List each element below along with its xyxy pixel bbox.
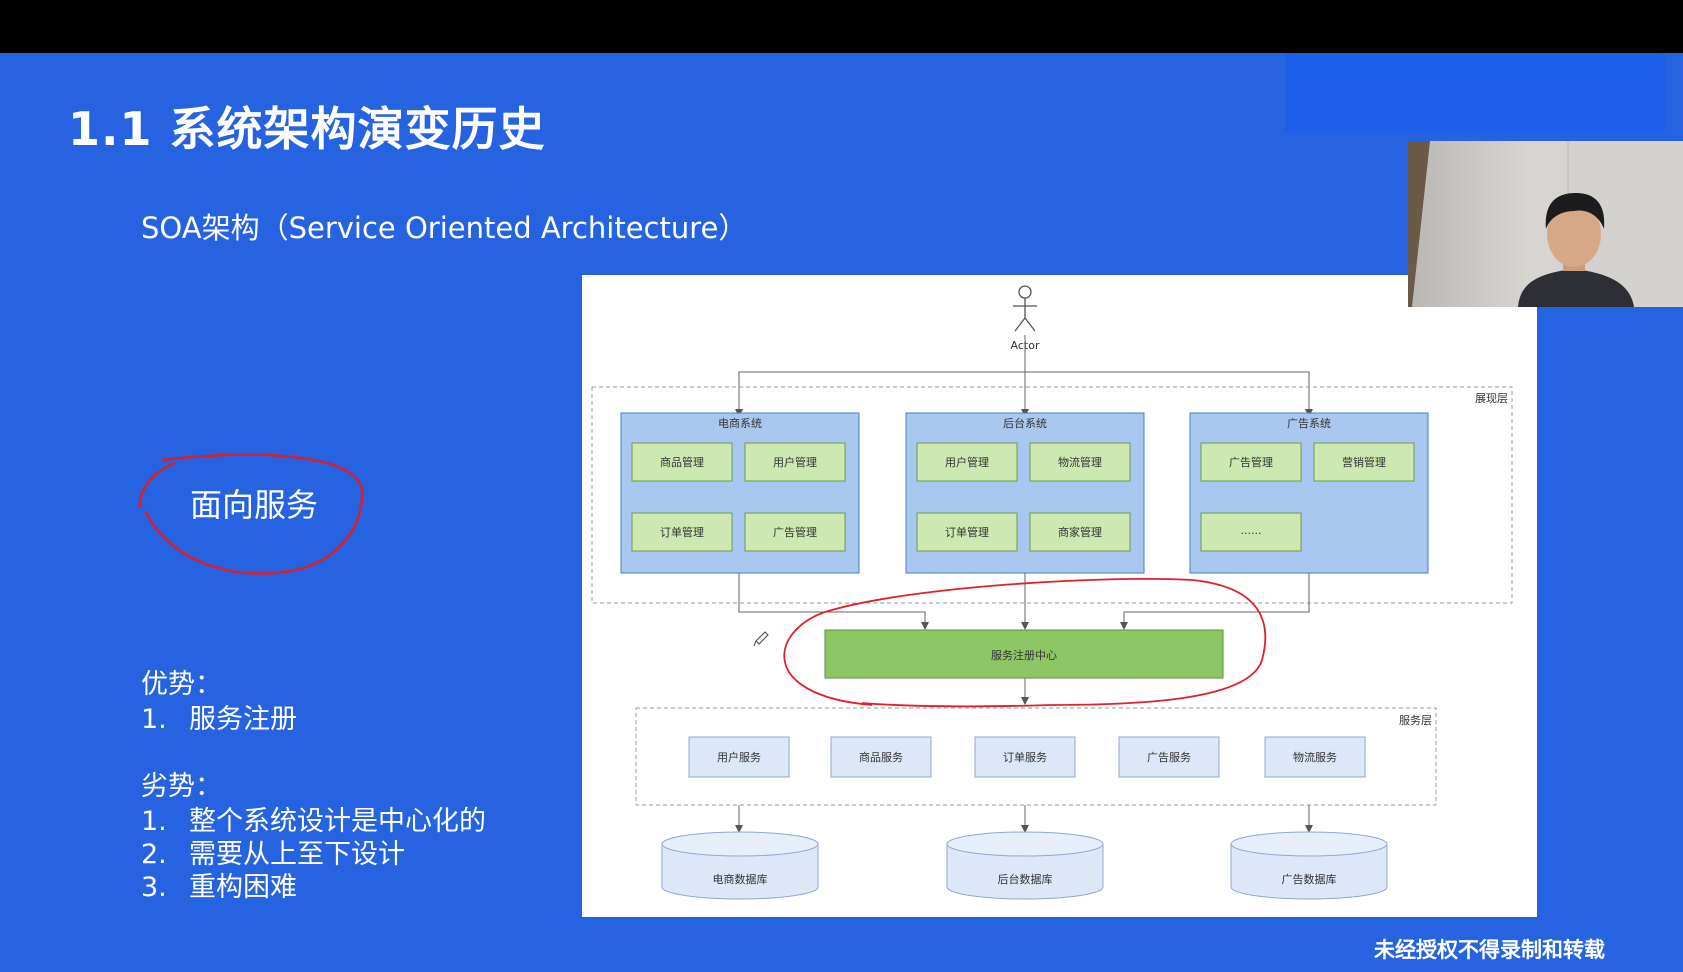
disadvantage-number: 1. — [141, 806, 167, 837]
module-label: 订单管理 — [945, 525, 989, 539]
corner-panel — [1285, 53, 1665, 133]
presentation-layer-label: 展现层 — [1475, 392, 1508, 405]
module-label: 广告管理 — [773, 525, 817, 539]
system-name: 后台系统 — [1003, 416, 1047, 430]
database-label: 电商数据库 — [713, 872, 768, 886]
database-label: 后台数据库 — [998, 872, 1053, 886]
disadvantage-text: 重构困难 — [189, 872, 297, 903]
database-advertising: 广告数据库 — [1230, 831, 1388, 900]
disadvantage-text: 整个系统设计是中心化的 — [189, 806, 486, 837]
system-advertising: 广告系统 广告管理 营销管理 ...... — [1189, 412, 1429, 574]
module-label: 物流管理 — [1058, 455, 1102, 469]
slide-subtitle: SOA架构（Service Oriented Architecture） — [141, 211, 748, 245]
advantages-heading: 优势： — [141, 669, 222, 700]
service-label: 商品服务 — [859, 750, 903, 764]
module-label: 用户管理 — [945, 455, 989, 469]
system-backend: 后台系统 用户管理 物流管理 订单管理 商家管理 — [905, 412, 1145, 574]
service-layer-label: 服务层 — [1399, 714, 1432, 727]
system-ecommerce: 电商系统 商品管理 用户管理 订单管理 广告管理 — [620, 412, 860, 574]
disadvantage-item: 2. 需要从上至下设计 — [141, 838, 405, 872]
system-name: 电商系统 — [718, 416, 762, 430]
advantage-item: 1. 服务注册 — [141, 703, 297, 737]
webcam-overlay — [1408, 141, 1683, 307]
slide-title: 1.1 系统架构演变历史 — [68, 102, 546, 156]
service-label: 广告服务 — [1147, 751, 1191, 764]
module-label: 营销管理 — [1342, 455, 1386, 469]
module-label: 商品管理 — [660, 455, 704, 469]
watermark-text: 未经授权不得录制和转载 — [1374, 938, 1605, 962]
soa-architecture-diagram: Actor 展现层 电商系统 商品管理 用户管理 订单管理 广告管理 后台系统 … — [582, 275, 1537, 917]
disadvantages-heading: 劣势： — [141, 771, 222, 802]
module-label: 用户管理 — [773, 455, 817, 469]
disadvantage-number: 3. — [141, 872, 167, 903]
service-label: 物流服务 — [1293, 750, 1337, 764]
module-label: ...... — [1241, 524, 1262, 537]
module-label: 商家管理 — [1058, 525, 1102, 539]
highlight-text: 面向服务 — [190, 486, 319, 524]
database-connectors — [735, 805, 1313, 833]
actor-figure — [1013, 285, 1037, 332]
module-label: 订单管理 — [660, 525, 704, 539]
slide: 1.1 系统架构演变历史 SOA架构（Service Oriented Arch… — [0, 53, 1683, 972]
database-label: 广告数据库 — [1282, 872, 1337, 886]
service-label: 订单服务 — [1003, 751, 1047, 764]
registry-label: 服务注册中心 — [991, 648, 1057, 662]
advantage-text: 服务注册 — [189, 704, 297, 735]
disadvantage-text: 需要从上至下设计 — [189, 839, 405, 870]
module-label: 广告管理 — [1229, 455, 1273, 469]
pencil-cursor-icon — [753, 631, 769, 647]
disadvantage-item: 3. 重构困难 — [141, 871, 297, 905]
disadvantage-number: 2. — [141, 839, 167, 870]
service-list: 用户服务 商品服务 订单服务 广告服务 物流服务 — [688, 736, 1366, 778]
advantage-number: 1. — [141, 704, 167, 735]
database-ecommerce: 电商数据库 — [661, 831, 819, 900]
service-label: 用户服务 — [717, 750, 761, 764]
disadvantage-item: 1. 整个系统设计是中心化的 — [141, 805, 486, 839]
system-name: 广告系统 — [1287, 417, 1331, 430]
database-backend: 后台数据库 — [946, 831, 1104, 900]
